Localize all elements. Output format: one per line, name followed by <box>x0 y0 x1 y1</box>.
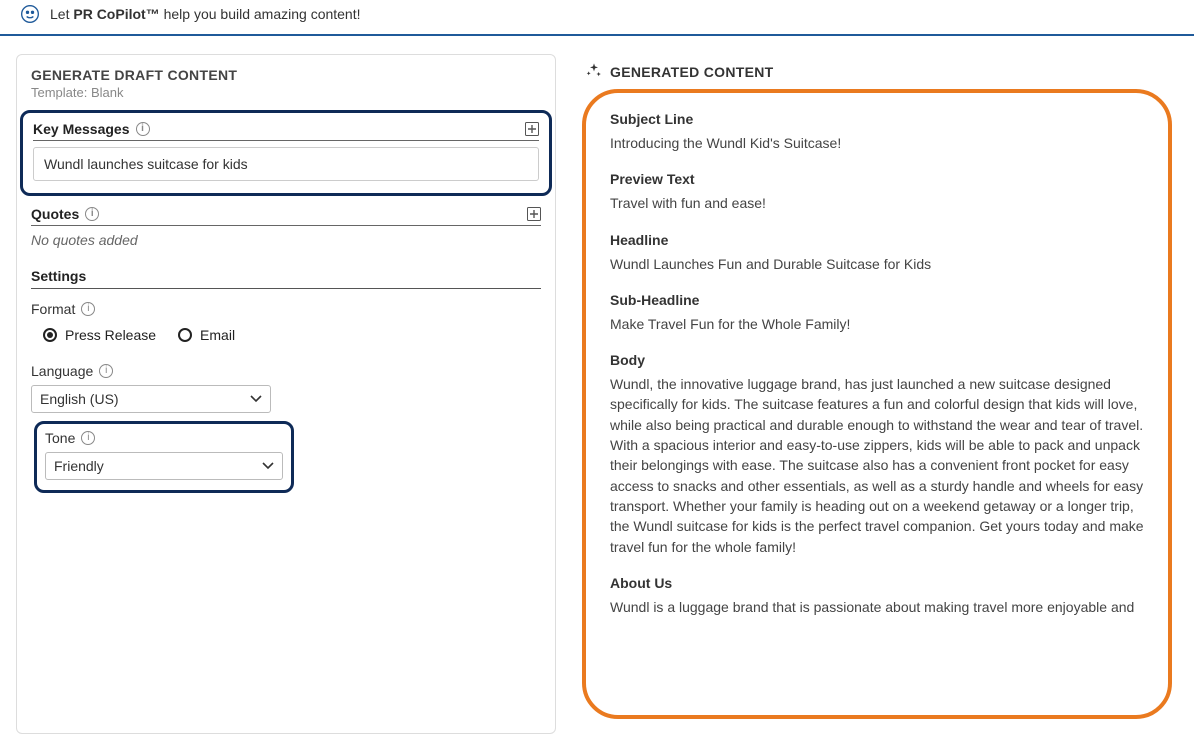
template-label: Template: Blank <box>31 85 541 100</box>
format-email-option[interactable]: Email <box>178 327 235 343</box>
preview-text-value: Travel with fun and ease! <box>610 193 1144 213</box>
preview-text-label: Preview Text <box>610 171 1144 187</box>
generated-content-highlight: Subject Line Introducing the Wundl Kid's… <box>582 89 1172 719</box>
format-label: Format <box>31 301 75 317</box>
radio-selected-icon <box>43 328 57 342</box>
info-icon[interactable]: i <box>81 431 95 445</box>
about-text: Wundl is a luggage brand that is passion… <box>610 597 1144 617</box>
info-icon[interactable]: i <box>99 364 113 378</box>
settings-header: Settings <box>31 268 541 289</box>
chevron-down-icon <box>250 392 262 406</box>
headline-label: Headline <box>610 232 1144 248</box>
headline-text: Wundl Launches Fun and Durable Suitcase … <box>610 254 1144 274</box>
format-press-release-option[interactable]: Press Release <box>43 327 156 343</box>
panel-title: GENERATE DRAFT CONTENT <box>31 67 541 83</box>
format-label-row: Format i <box>31 301 541 317</box>
main: GENERATE DRAFT CONTENT Template: Blank K… <box>0 36 1194 734</box>
body-label: Body <box>610 352 1144 368</box>
quotes-label: Quotes i <box>31 206 99 222</box>
radio-unselected-icon <box>178 328 192 342</box>
chevron-down-icon <box>262 459 274 473</box>
topbar: Let PR CoPilot™ help you build amazing c… <box>0 0 1194 36</box>
tagline-suffix: help you build amazing content! <box>160 6 361 22</box>
copilot-icon <box>20 4 40 24</box>
key-messages-highlight: Key Messages i Wundl launches suitcase f… <box>20 110 552 196</box>
language-value: English (US) <box>40 391 119 407</box>
add-quote-icon[interactable] <box>527 207 541 221</box>
body-text: Wundl, the innovative luggage brand, has… <box>610 374 1144 557</box>
info-icon[interactable]: i <box>81 302 95 316</box>
language-select[interactable]: English (US) <box>31 385 271 413</box>
info-icon[interactable]: i <box>85 207 99 221</box>
info-icon[interactable]: i <box>136 122 150 136</box>
generated-content-panel: GENERATED CONTENT Subject Line Introduci… <box>576 54 1178 734</box>
generate-draft-panel: GENERATE DRAFT CONTENT Template: Blank K… <box>16 54 556 734</box>
key-message-input[interactable]: Wundl launches suitcase for kids <box>33 147 539 181</box>
language-label-row: Language i <box>31 363 541 379</box>
tone-label: Tone <box>45 430 75 446</box>
about-label: About Us <box>610 575 1144 591</box>
tagline: Let PR CoPilot™ help you build amazing c… <box>50 6 361 22</box>
key-messages-label: Key Messages i <box>33 121 150 137</box>
tagline-prefix: Let <box>50 6 73 22</box>
tone-highlight: Tone i Friendly <box>34 421 294 493</box>
quotes-empty: No quotes added <box>31 232 541 248</box>
subheadline-text: Make Travel Fun for the Whole Family! <box>610 314 1144 334</box>
generated-content-header: GENERATED CONTENT <box>610 64 774 80</box>
subheadline-label: Sub-Headline <box>610 292 1144 308</box>
add-key-message-icon[interactable] <box>525 122 539 136</box>
subject-line-text: Introducing the Wundl Kid's Suitcase! <box>610 133 1144 153</box>
subject-line-label: Subject Line <box>610 111 1144 127</box>
tone-select[interactable]: Friendly <box>45 452 283 480</box>
tone-value: Friendly <box>54 458 104 474</box>
sparkle-icon <box>586 62 602 81</box>
tagline-bold: PR CoPilot™ <box>73 6 159 22</box>
language-label: Language <box>31 363 93 379</box>
